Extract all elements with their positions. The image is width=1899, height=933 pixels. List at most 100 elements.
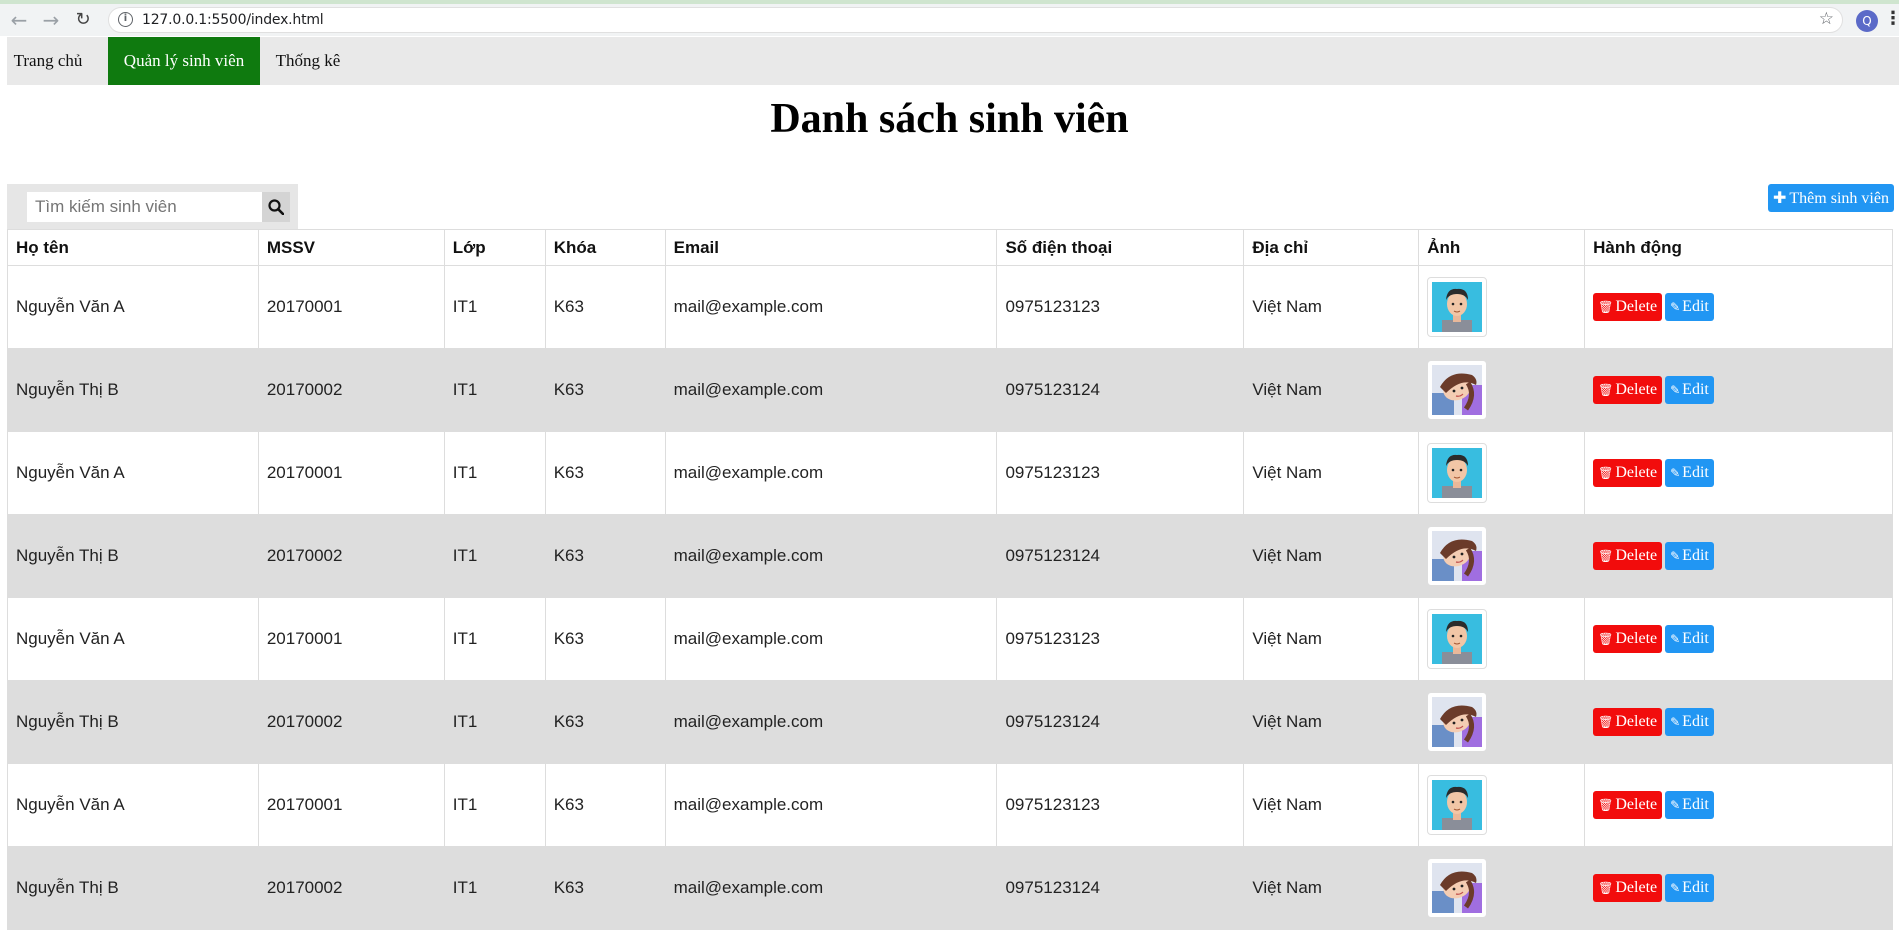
browser-menu-icon[interactable]: ⋮	[1884, 8, 1899, 29]
cell-address: Việt Nam	[1243, 431, 1420, 515]
delete-button[interactable]: 🗑 Delete	[1593, 708, 1663, 736]
forward-arrow-icon[interactable]: →	[40, 9, 62, 31]
table-row: Nguyễn Văn A 20170001 IT1 K63 mail@example.c…	[7, 597, 1893, 681]
table-row: Nguyễn Thị B 20170002 IT1 K63 mail@example.c…	[7, 514, 1893, 598]
edit-button[interactable]: ✎ Edit	[1665, 874, 1714, 902]
search-icon	[268, 199, 284, 215]
browser-toolbar: ← → ↻ i 127.0.0.1:5500/index.html ☆ Q ⋮	[0, 0, 1899, 36]
delete-button[interactable]: 🗑 Delete	[1593, 376, 1663, 404]
cell-name: Nguyễn Thị B	[7, 846, 259, 930]
delete-button[interactable]: 🗑 Delete	[1593, 459, 1663, 487]
cell-photo	[1418, 597, 1586, 681]
edit-icon: ✎	[1670, 798, 1681, 812]
cell-actions: 🗑 Delete ✎ Edit	[1584, 431, 1893, 515]
cell-name: Nguyễn Thị B	[7, 348, 259, 432]
cell-email: mail@example.com	[664, 597, 998, 681]
student-avatar[interactable]	[1427, 692, 1488, 752]
header-address: Địa chỉ	[1243, 229, 1420, 266]
male-avatar-icon	[1432, 448, 1483, 498]
cell-email: mail@example.com	[664, 846, 998, 930]
female-avatar-icon	[1432, 863, 1483, 913]
cell-phone: 0975123123	[996, 597, 1245, 681]
header-name: Họ tên	[7, 229, 259, 266]
delete-button[interactable]: 🗑 Delete	[1593, 625, 1663, 653]
cell-email: mail@example.com	[664, 348, 998, 432]
cell-photo	[1418, 680, 1586, 764]
edit-icon: ✎	[1670, 466, 1681, 480]
edit-button[interactable]: ✎ Edit	[1665, 708, 1714, 736]
nav-item-student-management[interactable]: Quản lý sinh viên	[108, 37, 260, 85]
search-input[interactable]	[27, 192, 262, 222]
female-avatar-icon	[1432, 531, 1483, 581]
cell-name: Nguyễn Văn A	[7, 431, 259, 515]
delete-label: Delete	[1615, 381, 1658, 398]
page-title: Danh sách sinh viên	[770, 96, 1129, 142]
edit-button[interactable]: ✎ Edit	[1665, 293, 1714, 321]
edit-button[interactable]: ✎ Edit	[1665, 791, 1714, 819]
bookmark-star-icon[interactable]: ☆	[1819, 9, 1834, 29]
edit-icon: ✎	[1670, 632, 1681, 646]
header-class: Lớp	[443, 229, 546, 266]
cell-phone: 0975123124	[996, 348, 1245, 432]
header-photo: Ảnh	[1418, 229, 1586, 266]
student-avatar[interactable]	[1427, 360, 1488, 420]
add-student-button[interactable]: ✚ Thêm sinh viên	[1768, 184, 1894, 212]
cell-photo	[1418, 763, 1586, 847]
cell-mssv: 20170001	[257, 431, 445, 515]
search-button[interactable]	[262, 192, 290, 222]
student-avatar[interactable]	[1427, 526, 1488, 586]
cell-name: Nguyễn Thị B	[7, 680, 259, 764]
student-avatar[interactable]	[1427, 775, 1488, 835]
table-row: Nguyễn Thị B 20170002 IT1 K63 mail@example.c…	[7, 680, 1893, 764]
address-bar[interactable]: i 127.0.0.1:5500/index.html ☆	[108, 7, 1843, 33]
edit-label: Edit	[1682, 464, 1709, 481]
cell-phone: 0975123124	[996, 846, 1245, 930]
cell-mssv: 20170002	[257, 514, 445, 598]
edit-label: Edit	[1682, 879, 1709, 896]
student-avatar[interactable]	[1427, 443, 1488, 503]
back-arrow-icon[interactable]: ←	[8, 9, 30, 31]
cell-class: IT1	[443, 763, 546, 847]
cell-name: Nguyễn Văn A	[7, 763, 259, 847]
cell-actions: 🗑 Delete ✎ Edit	[1584, 846, 1893, 930]
cell-email: mail@example.com	[664, 431, 998, 515]
header-cohort: Khóa	[544, 229, 666, 266]
profile-avatar[interactable]: Q	[1856, 10, 1878, 32]
delete-label: Delete	[1615, 630, 1658, 647]
edit-button[interactable]: ✎ Edit	[1665, 459, 1714, 487]
reload-icon[interactable]: ↻	[72, 9, 94, 31]
cell-address: Việt Nam	[1243, 680, 1420, 764]
student-avatar[interactable]	[1427, 858, 1488, 918]
delete-button[interactable]: 🗑 Delete	[1593, 874, 1663, 902]
cell-cohort: K63	[544, 597, 666, 681]
cell-email: mail@example.com	[664, 514, 998, 598]
cell-mssv: 20170001	[257, 763, 445, 847]
edit-icon: ✎	[1670, 300, 1681, 314]
header-mssv: MSSV	[257, 229, 445, 266]
student-avatar[interactable]	[1427, 277, 1488, 337]
address-url[interactable]: 127.0.0.1:5500/index.html	[142, 12, 324, 28]
edit-button[interactable]: ✎ Edit	[1665, 542, 1714, 570]
cell-class: IT1	[443, 431, 546, 515]
cell-name: Nguyễn Văn A	[7, 597, 259, 681]
trash-icon: 🗑	[1598, 383, 1614, 397]
info-icon[interactable]: i	[118, 12, 133, 27]
cell-address: Việt Nam	[1243, 597, 1420, 681]
nav-item-home[interactable]: Trang chủ	[7, 37, 89, 85]
cell-class: IT1	[443, 348, 546, 432]
male-avatar-icon	[1432, 780, 1483, 830]
cell-cohort: K63	[544, 680, 666, 764]
table-row: Nguyễn Văn A 20170001 IT1 K63 mail@example.c…	[7, 763, 1893, 847]
edit-button[interactable]: ✎ Edit	[1665, 376, 1714, 404]
delete-button[interactable]: 🗑 Delete	[1593, 542, 1663, 570]
delete-button[interactable]: 🗑 Delete	[1593, 293, 1663, 321]
cell-email: mail@example.com	[664, 265, 998, 349]
nav-item-statistics[interactable]: Thống kê	[260, 37, 356, 85]
cell-mssv: 20170002	[257, 846, 445, 930]
trash-icon: 🗑	[1598, 798, 1614, 812]
cell-name: Nguyễn Thị B	[7, 514, 259, 598]
edit-button[interactable]: ✎ Edit	[1665, 625, 1714, 653]
student-avatar[interactable]	[1427, 609, 1488, 669]
delete-button[interactable]: 🗑 Delete	[1593, 791, 1663, 819]
trash-icon: 🗑	[1598, 632, 1614, 646]
